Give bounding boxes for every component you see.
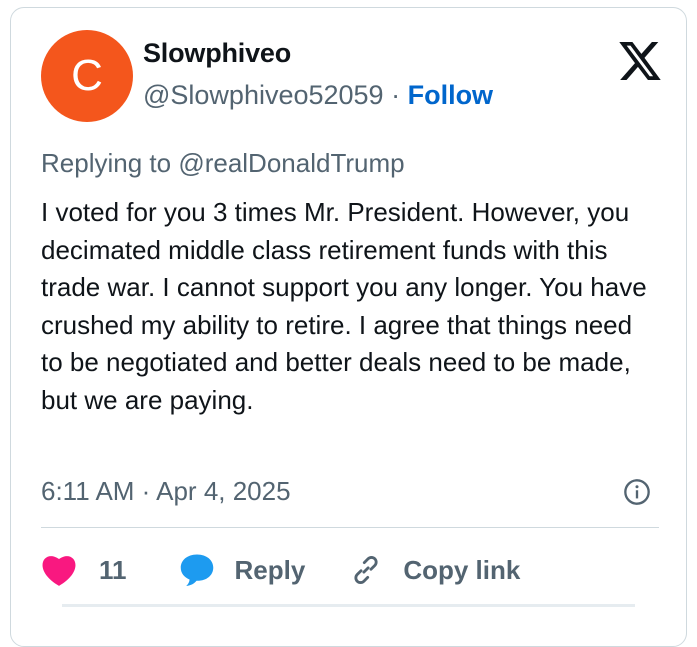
replying-to: Replying to @realDonaldTrump xyxy=(41,148,405,179)
avatar[interactable]: C xyxy=(41,30,133,122)
link-icon xyxy=(354,556,378,584)
follow-button[interactable]: Follow xyxy=(408,80,493,110)
copy-link-button[interactable]: Copy link xyxy=(349,553,520,587)
copy-link-label: Copy link xyxy=(403,554,521,585)
speech-bubble-icon xyxy=(180,554,213,586)
divider xyxy=(41,527,659,528)
reply-label: Reply xyxy=(234,554,306,585)
tweet-text: I voted for you 3 times Mr. President. H… xyxy=(41,197,647,415)
x-logo-icon[interactable] xyxy=(619,42,661,80)
tweet-timestamp[interactable]: 6:11 AM · Apr 4, 2025 xyxy=(41,476,291,507)
heart-icon xyxy=(42,556,76,586)
handle-line: @Slowphiveo52059 · Follow xyxy=(143,80,493,111)
handle-separator: · xyxy=(383,80,408,110)
replying-to-prefix: Replying to xyxy=(41,148,179,178)
like-button[interactable]: 11 xyxy=(41,553,127,587)
reply-button[interactable]: Reply xyxy=(179,553,306,587)
info-icon[interactable] xyxy=(623,478,651,506)
avatar-letter: C xyxy=(71,51,103,100)
tweet-card: C Slowphiveo @Slowphiveo52059 · Follow R… xyxy=(10,7,687,647)
like-count: 11 xyxy=(99,554,127,585)
action-bar: 11 Reply Copy link xyxy=(41,550,520,590)
user-handle[interactable]: @Slowphiveo52059 xyxy=(143,80,384,110)
display-name[interactable]: Slowphiveo xyxy=(143,38,291,69)
replying-to-handle[interactable]: @realDonaldTrump xyxy=(178,148,404,178)
